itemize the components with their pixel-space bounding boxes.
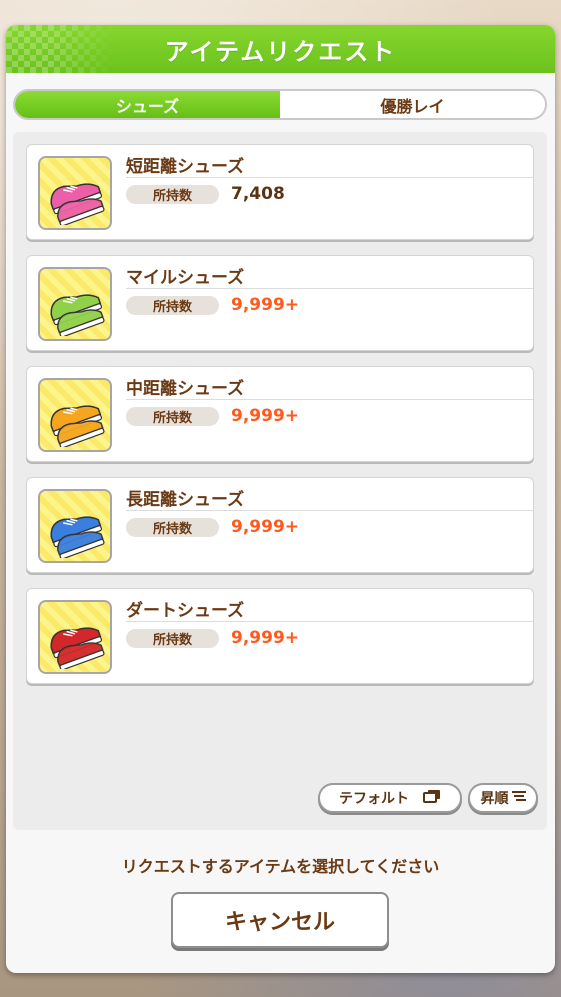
- item-divider: [126, 510, 533, 511]
- item-divider: [126, 288, 533, 289]
- item-name: マイルシューズ: [126, 268, 245, 288]
- sort-order-button[interactable]: 昇順: [468, 783, 538, 813]
- cancel-button[interactable]: キャンセル: [171, 892, 389, 948]
- owned-label: 所持数: [126, 407, 219, 426]
- tab-victory-lei[interactable]: 優勝レイ: [280, 91, 545, 118]
- item-name: ダートシューズ: [126, 601, 245, 621]
- red-shoes-icon: [38, 600, 112, 674]
- tab-shoes[interactable]: シューズ: [15, 91, 280, 118]
- dialog-title: アイテムリクエスト: [164, 37, 397, 66]
- green-shoes-icon: [38, 267, 112, 341]
- pink-shoes-icon: [38, 156, 112, 230]
- owned-label: 所持数: [126, 296, 219, 315]
- instruction-text: リクエストするアイテムを選択してください: [121, 857, 440, 876]
- owned-label: 所持数: [126, 518, 219, 537]
- item-card[interactable]: ダートシューズ 所持数 9,999+: [26, 588, 534, 684]
- item-divider: [126, 399, 533, 400]
- item-request-dialog: アイテムリクエスト シューズ 優勝レイ 短距離シューズ 所持数 7,408 マイルシュ…: [6, 25, 555, 973]
- blue-shoes-icon: [38, 489, 112, 563]
- sort-default-label: テフォルト: [339, 791, 409, 807]
- item-name: 短距離シューズ: [126, 157, 245, 177]
- orange-shoes-icon: [38, 378, 112, 452]
- header-pattern: [6, 25, 116, 73]
- item-name: 中距離シューズ: [126, 379, 245, 399]
- owned-count: 7,408: [231, 184, 285, 204]
- sort-default-button[interactable]: テフォルト: [318, 783, 462, 813]
- item-name: 長距離シューズ: [126, 490, 245, 510]
- owned-count: 9,999+: [231, 295, 300, 315]
- window-stack-icon: [423, 789, 441, 807]
- dialog-header: アイテムリクエスト: [6, 25, 555, 73]
- item-card[interactable]: 短距離シューズ 所持数 7,408: [26, 144, 534, 240]
- owned-label: 所持数: [126, 185, 219, 204]
- item-card[interactable]: 中距離シューズ 所持数 9,999+: [26, 366, 534, 462]
- item-list: 短距離シューズ 所持数 7,408 マイルシューズ 所持数 9,999+ 中距離シューズ 所持…: [13, 132, 547, 830]
- sort-order-label: 昇順: [480, 791, 509, 807]
- item-card[interactable]: 長距離シューズ 所持数 9,999+: [26, 477, 534, 573]
- item-card[interactable]: マイルシューズ 所持数 9,999+: [26, 255, 534, 351]
- owned-count: 9,999+: [231, 517, 300, 537]
- owned-count: 9,999+: [231, 628, 300, 648]
- item-divider: [126, 621, 533, 622]
- owned-count: 9,999+: [231, 406, 300, 426]
- item-divider: [126, 177, 533, 178]
- sort-lines-icon: [511, 790, 526, 806]
- tab-bar: シューズ 優勝レイ: [13, 89, 547, 120]
- owned-label: 所持数: [126, 629, 219, 648]
